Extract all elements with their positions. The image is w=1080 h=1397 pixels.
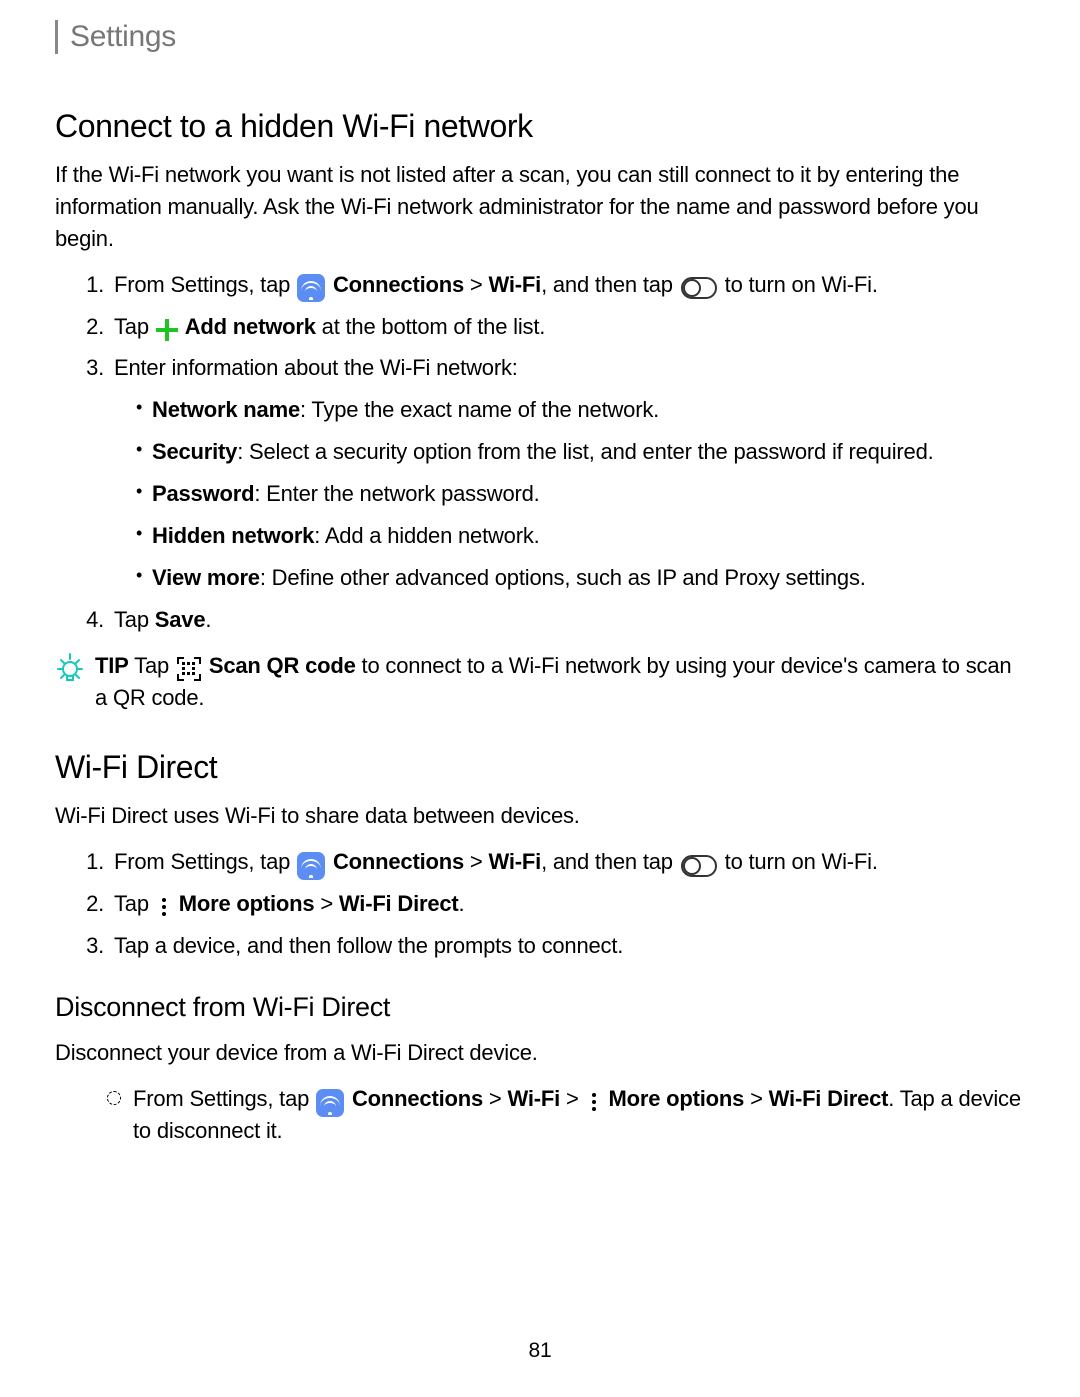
wifi-icon — [297, 852, 325, 880]
heading-wifi-direct: Wi-Fi Direct — [55, 749, 1025, 786]
sub-network-name: Network name: Type the exact name of the… — [136, 394, 1025, 426]
wifi-icon — [316, 1089, 344, 1117]
page-number: 81 — [0, 1339, 1080, 1363]
toggle-icon — [681, 277, 717, 299]
toggle-icon — [681, 855, 717, 877]
steps-wifi-direct: From Settings, tap Connections > Wi-Fi, … — [55, 846, 1025, 962]
wifi-label: Wi-Fi — [489, 272, 542, 297]
connections-label: Connections — [333, 272, 464, 297]
tip-block: TIP Tap Scan QR code to connect to a Wi-… — [55, 650, 1025, 714]
sub-view-more: View more: Define other advanced options… — [136, 562, 1025, 594]
lightbulb-icon — [55, 652, 85, 686]
intro-disconnect: Disconnect your device from a Wi-Fi Dire… — [55, 1037, 1025, 1069]
add-network-label: Add network — [185, 314, 316, 339]
plus-icon — [156, 319, 178, 341]
intro-wifi-direct: Wi-Fi Direct uses Wi-Fi to share data be… — [55, 800, 1025, 832]
breadcrumb-title: Settings — [70, 20, 1025, 54]
intro-connect-hidden: If the Wi-Fi network you want is not lis… — [55, 159, 1025, 255]
step-4: Tap Save. — [110, 604, 1025, 636]
sub-password: Password: Enter the network password. — [136, 478, 1025, 510]
scan-qr-label: Scan QR code — [209, 653, 356, 678]
page-header: Settings — [55, 20, 1025, 54]
wd-step-3: Tap a device, and then follow the prompt… — [110, 930, 1025, 962]
more-icon — [157, 896, 171, 918]
wd-step-1: From Settings, tap Connections > Wi-Fi, … — [110, 846, 1025, 878]
sub-hidden-network: Hidden network: Add a hidden network. — [136, 520, 1025, 552]
substeps: Network name: Type the exact name of the… — [114, 394, 1025, 593]
steps-connect-hidden: From Settings, tap Connections > Wi-Fi, … — [55, 269, 1025, 636]
sub-security: Security: Select a security option from … — [136, 436, 1025, 468]
more-icon — [587, 1091, 601, 1113]
disconnect-steps: From Settings, tap Connections > Wi-Fi >… — [55, 1083, 1025, 1147]
tip-text: TIP Tap Scan QR code to connect to a Wi-… — [95, 650, 1025, 714]
heading-disconnect: Disconnect from Wi-Fi Direct — [55, 992, 1025, 1023]
save-label: Save — [155, 607, 206, 632]
disconnect-step: From Settings, tap Connections > Wi-Fi >… — [107, 1083, 1025, 1147]
wd-step-2: Tap More options > Wi-Fi Direct. — [110, 888, 1025, 920]
heading-connect-hidden: Connect to a hidden Wi-Fi network — [55, 108, 1025, 145]
step-1: From Settings, tap Connections > Wi-Fi, … — [110, 269, 1025, 301]
wifi-icon — [297, 274, 325, 302]
step-3: Enter information about the Wi-Fi networ… — [110, 352, 1025, 593]
step-2: Tap Add network at the bottom of the lis… — [110, 311, 1025, 343]
qr-icon — [177, 657, 201, 681]
